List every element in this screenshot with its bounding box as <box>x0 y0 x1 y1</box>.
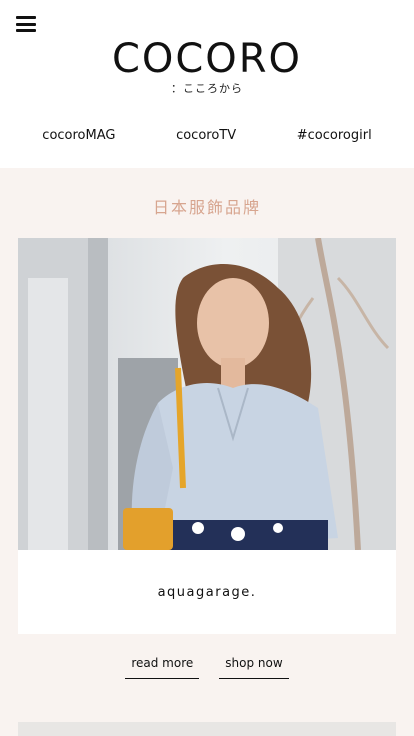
nav-item-cocorogirl[interactable]: #cocorogirl <box>297 128 372 143</box>
read-more-link[interactable]: read more <box>125 652 200 679</box>
model-photo-illustration <box>18 238 396 550</box>
card-links: read more shop now <box>0 652 414 679</box>
next-card-preview[interactable] <box>18 722 396 736</box>
site-logo[interactable]: COCORO <box>0 36 414 82</box>
site-tagline: ：こころから <box>171 82 243 95</box>
brand-photo[interactable] <box>18 238 396 550</box>
section-title: 日本服飾品牌 <box>152 198 261 217</box>
brand-name: aquagarage. <box>157 584 257 600</box>
brand-card[interactable]: aquagarage. <box>18 238 396 634</box>
nav-item-cocoromag[interactable]: cocoroMAG <box>42 128 115 143</box>
primary-nav: cocoroMAG cocoroTV #cocorogirl <box>0 128 414 143</box>
hamburger-menu-icon[interactable] <box>16 16 36 32</box>
site-header: COCORO ：こころから cocoroMAG cocoroTV #cocoro… <box>0 0 414 168</box>
main-content: 日本服飾品牌 aquagarage. read more shop now <box>0 168 414 736</box>
nav-item-cocorotv[interactable]: cocoroTV <box>176 128 236 143</box>
shop-now-link[interactable]: shop now <box>219 652 289 679</box>
